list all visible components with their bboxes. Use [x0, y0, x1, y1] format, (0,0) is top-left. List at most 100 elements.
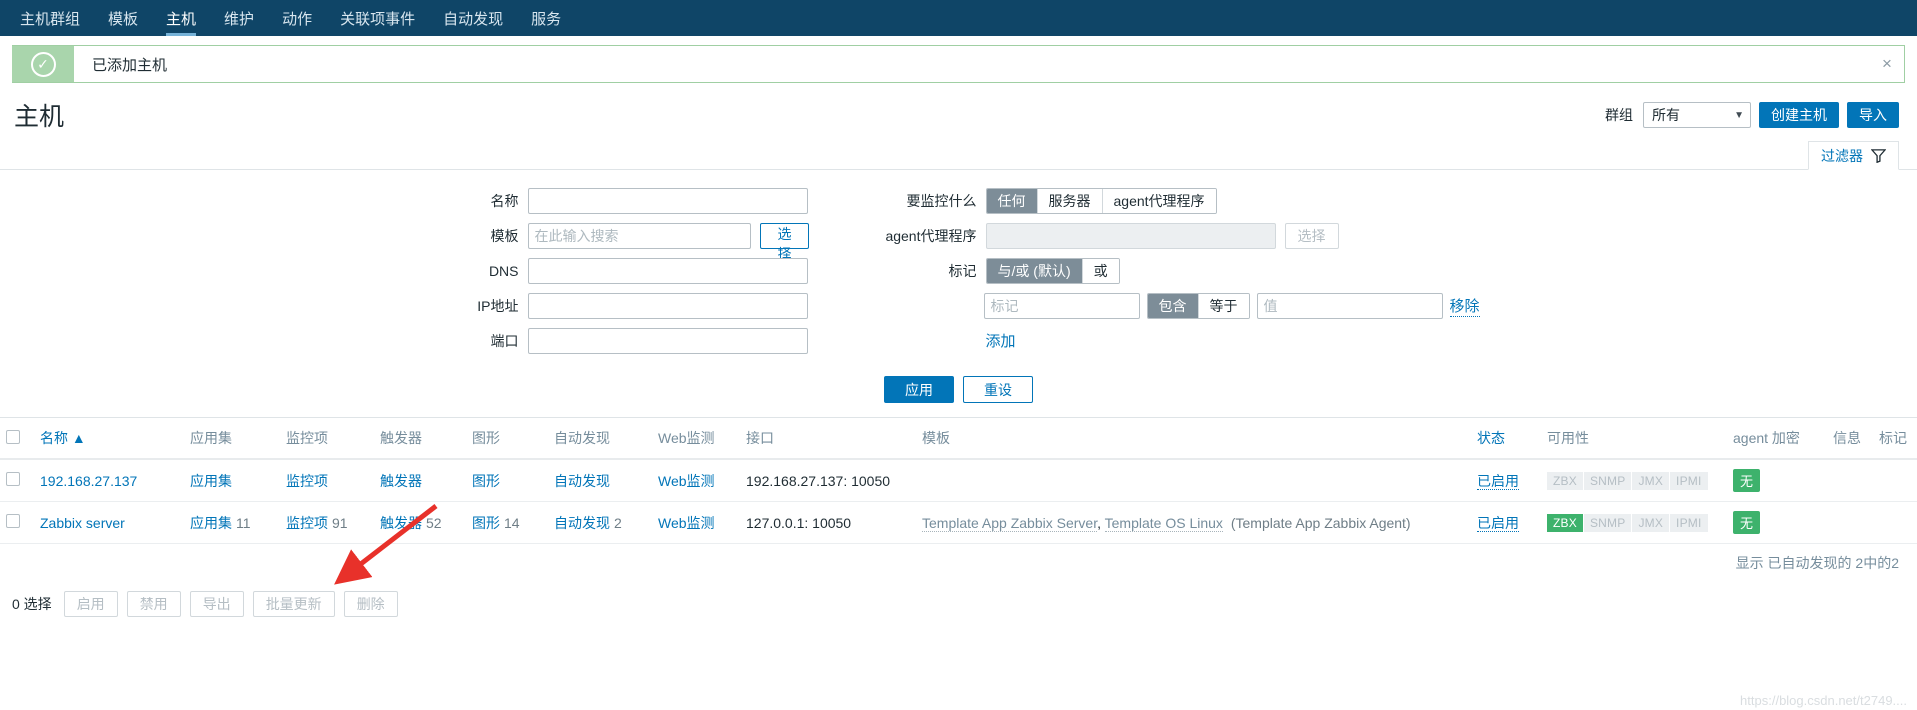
column-status[interactable]: 状态 — [1471, 418, 1541, 460]
filter-right-column: 要监控什么 任何 服务器 agent代理程序 agent代理程序 选择 标记 与 — [869, 188, 1529, 354]
cell-graphs: 图形 — [466, 459, 548, 502]
proxy-input[interactable] — [985, 223, 1276, 249]
nav-label: 维护 — [224, 10, 255, 28]
proxy-select-button[interactable]: 选择 — [1284, 223, 1339, 249]
filter-label-port: 端口 — [490, 333, 519, 349]
create-host-button[interactable]: 创建主机 — [1759, 102, 1839, 128]
name-input[interactable] — [527, 188, 808, 214]
row-checkbox[interactable] — [6, 472, 20, 486]
nav-label: 自动发现 — [443, 10, 504, 28]
discovery-link[interactable]: 自动发现 — [554, 515, 610, 531]
tag-operator-equals[interactable]: 等于 — [1198, 294, 1249, 318]
group-select-value: 所有 — [1652, 107, 1680, 123]
tags-mode-option-or[interactable]: 或 — [1082, 259, 1119, 283]
delete-button[interactable]: 删除 — [343, 591, 398, 617]
tag-name-input[interactable] — [983, 293, 1140, 319]
table-row[interactable]: Zabbix server 应用集11 监控项91 触发器52 图形14 — [0, 501, 1917, 544]
template-input[interactable] — [527, 223, 752, 249]
monitored-by-option-any[interactable]: 任何 — [986, 189, 1038, 213]
selected-count: 0 选择 — [12, 596, 52, 612]
template-link-zabbix-server[interactable]: Template App Zabbix Server — [922, 514, 1098, 532]
enable-button[interactable]: 启用 — [63, 591, 118, 617]
tags-mode-segmented[interactable]: 与/或 (默认) 或 — [985, 258, 1120, 284]
filter-left-column: 名称 模板 选择 DNS IP地址 端口 — [389, 188, 809, 354]
main-navigation[interactable]: 主机群组 模板 主机 维护 动作 关联项事件 自动发现 服务 — [0, 0, 1917, 36]
graphs-link[interactable]: 图形 — [472, 515, 500, 531]
status-link[interactable]: 已启用 — [1477, 514, 1519, 532]
cell-status: 已启用 — [1471, 459, 1541, 502]
tag-operator-segmented[interactable]: 包含 等于 — [1146, 293, 1250, 319]
discovery-link[interactable]: 自动发现 — [554, 473, 610, 489]
cell-availability: ZBX SNMP JMX IPMI — [1541, 459, 1727, 502]
encryption-badge: 无 — [1733, 469, 1761, 492]
nav-item-host-groups[interactable]: 主机群组 — [6, 0, 94, 36]
filter-tab[interactable]: 过滤器 — [1808, 141, 1899, 170]
column-name[interactable]: 名称 ▲ — [34, 418, 184, 460]
close-icon[interactable]: × — [1870, 46, 1904, 82]
import-button[interactable]: 导入 — [1847, 102, 1899, 128]
disable-button[interactable]: 禁用 — [126, 591, 181, 617]
host-name-link[interactable]: Zabbix server — [40, 515, 125, 531]
triggers-link[interactable]: 触发器 — [380, 515, 422, 531]
filter-label-tags: 标记 — [948, 263, 977, 279]
applications-link[interactable]: 应用集 — [190, 515, 232, 531]
filter-field-tags-mode: 标记 与/或 (默认) 或 — [869, 258, 1529, 284]
reset-button[interactable]: 重设 — [963, 376, 1033, 403]
cell-interface: 127.0.0.1: 10050 — [740, 501, 916, 544]
filter-label-ip: IP地址 — [477, 298, 519, 314]
select-all-checkbox[interactable] — [6, 429, 20, 444]
cell-encryption: 无 — [1727, 501, 1827, 544]
items-link[interactable]: 监控项 — [286, 473, 328, 489]
filter-tab-row: 过滤器 — [0, 141, 1917, 170]
row-checkbox-cell — [0, 459, 34, 502]
dns-input[interactable] — [527, 258, 808, 284]
tag-value-input[interactable] — [1256, 293, 1443, 319]
graphs-count: 14 — [504, 514, 520, 531]
graphs-link[interactable]: 图形 — [472, 473, 500, 489]
cell-interface: 192.168.27.137: 10050 — [740, 459, 916, 502]
host-name-link[interactable]: 192.168.27.137 — [40, 473, 137, 489]
triggers-link[interactable]: 触发器 — [380, 473, 422, 489]
availability-badges: ZBX SNMP JMX IPMI — [1547, 471, 1708, 490]
discovery-count: 2 — [614, 514, 622, 531]
items-link[interactable]: 监控项 — [286, 515, 328, 531]
template-link-os-linux[interactable]: Template OS Linux — [1104, 514, 1223, 532]
nav-item-services[interactable]: 服务 — [517, 0, 575, 36]
nav-item-maintenance[interactable]: 维护 — [210, 0, 268, 36]
page-body: ✓ 已添加主机 × 主机 群组 所有 ▼ 创建主机 导入 过滤器 名称 模板 在… — [0, 36, 1917, 710]
nav-item-correlation[interactable]: 关联项事件 — [326, 0, 429, 36]
tag-operator-contains[interactable]: 包含 — [1147, 294, 1199, 318]
column-items: 监控项 — [280, 418, 374, 460]
filter-field-dns: DNS — [389, 258, 809, 284]
cell-web: Web监测 — [652, 459, 740, 502]
tags-mode-option-andor[interactable]: 与/或 (默认) — [986, 259, 1083, 283]
ip-address-input[interactable] — [527, 293, 808, 319]
web-link[interactable]: Web监测 — [658, 473, 715, 489]
monitored-by-segmented[interactable]: 任何 服务器 agent代理程序 — [985, 188, 1217, 214]
cell-encryption: 无 — [1727, 459, 1827, 502]
group-select[interactable]: 所有 ▼ — [1643, 102, 1751, 128]
message-container: ✓ 已添加主机 × — [0, 36, 1917, 83]
nav-item-templates[interactable]: 模板 — [94, 0, 152, 36]
applications-link[interactable]: 应用集 — [190, 473, 232, 489]
availability-badge-ipmi: IPMI — [1670, 471, 1708, 490]
export-button[interactable]: 导出 — [189, 591, 244, 617]
monitored-by-option-proxy[interactable]: agent代理程序 — [1102, 189, 1216, 213]
cell-triggers: 触发器 — [374, 459, 466, 502]
port-input[interactable] — [527, 328, 808, 354]
status-link[interactable]: 已启用 — [1477, 472, 1519, 490]
template-select-button[interactable]: 选择 — [760, 223, 809, 262]
nav-item-hosts[interactable]: 主机 — [152, 0, 210, 36]
nav-item-actions[interactable]: 动作 — [268, 0, 326, 36]
monitored-by-option-server[interactable]: 服务器 — [1037, 189, 1103, 213]
web-link[interactable]: Web监测 — [658, 515, 715, 531]
tag-add-link[interactable]: 添加 — [986, 333, 1016, 350]
apply-button[interactable]: 应用 — [884, 376, 954, 403]
table-row[interactable]: 192.168.27.137 应用集 监控项 触发器 图形 自动发现 Web监测… — [0, 459, 1917, 502]
row-checkbox[interactable] — [6, 514, 20, 528]
nav-item-discovery[interactable]: 自动发现 — [429, 0, 517, 36]
column-web: Web监测 — [652, 418, 740, 460]
tag-remove-link[interactable]: 移除 — [1449, 295, 1480, 317]
availability-badge-snmp: SNMP — [1583, 513, 1633, 532]
mass-update-button[interactable]: 批量更新 — [252, 591, 335, 617]
